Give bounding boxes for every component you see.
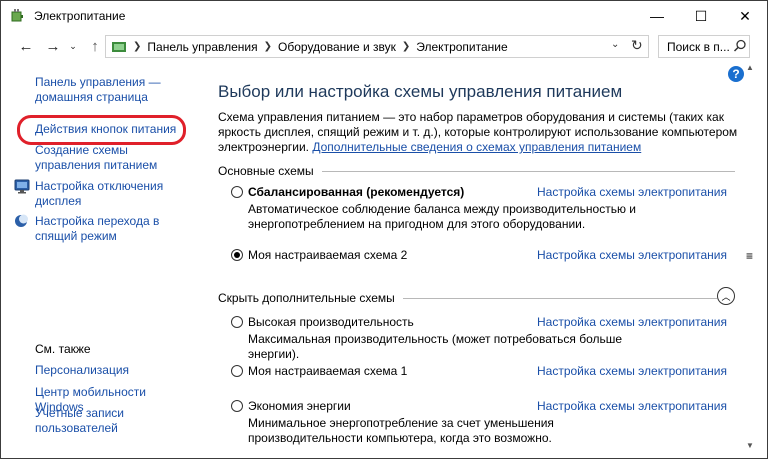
plan-name[interactable]: Сбалансированная (рекомендуется) [248, 185, 464, 199]
sidebar: Панель управления — домашняя страница Де… [1, 61, 199, 457]
collapse-chevron-icon[interactable]: ︿ [717, 287, 735, 305]
plan-settings-link[interactable]: Настройка схемы электропитания [537, 185, 727, 199]
sidebar-item-display-off[interactable]: Настройка отключения дисплея [35, 179, 195, 209]
window-title: Электропитание [34, 9, 126, 23]
plan-radio[interactable] [231, 186, 243, 198]
plan-item: Высокая производительность Настройка схе… [231, 314, 731, 362]
page-description: Схема управления питанием — это набор па… [218, 110, 738, 155]
plan-settings-link[interactable]: Настройка схемы электропитания [537, 315, 727, 329]
plan-item: Экономия энергии Настройка схемы электро… [231, 398, 731, 446]
power-options-icon [11, 9, 23, 22]
more-info-link[interactable]: Дополнительные сведения о схемах управле… [312, 140, 641, 154]
title-bar: Электропитание — ☐ ✕ [1, 1, 767, 31]
sidebar-item-user-accounts[interactable]: Учетные записи пользователей [35, 406, 195, 436]
moon-icon [15, 214, 28, 227]
up-button[interactable]: ↑ [84, 35, 106, 57]
sidebar-item-create-power-plan[interactable]: Создание схемы управления питанием [35, 143, 195, 173]
group-divider [402, 297, 717, 299]
plan-row: Моя настраиваемая схема 1 Настройка схем… [231, 363, 731, 379]
control-panel-icon [112, 41, 126, 52]
plan-item: Моя настраиваемая схема 2 Настройка схем… [231, 247, 731, 263]
group-header-main-plans: Основные схемы [218, 164, 735, 178]
address-dropdown-icon[interactable]: ⌄ [611, 39, 619, 50]
plan-name[interactable]: Высокая производительность [248, 315, 414, 329]
refresh-icon[interactable]: ↻ [631, 37, 643, 54]
power-options-window: Электропитание — ☐ ✕ ← → ⌄ ↑ ❯ Панель уп… [0, 0, 768, 459]
page-title: Выбор или настройка схемы управления пит… [218, 82, 623, 101]
sidebar-item-sleep-mode[interactable]: Настройка перехода в спящий режим [35, 214, 195, 244]
scroll-thumb[interactable]: ≡ [746, 249, 753, 263]
group-title[interactable]: Скрыть дополнительные схемы [218, 291, 395, 305]
close-button[interactable]: ✕ [723, 1, 767, 31]
plan-name[interactable]: Экономия энергии [248, 399, 351, 413]
plan-row: Высокая производительность Настройка схе… [231, 314, 731, 330]
plan-row: Экономия энергии Настройка схемы электро… [231, 398, 731, 414]
plan-radio[interactable] [231, 365, 243, 377]
breadcrumb-separator-icon: ❯ [133, 41, 142, 52]
plan-settings-link[interactable]: Настройка схемы электропитания [537, 248, 727, 262]
group-title: Основные схемы [218, 164, 314, 178]
search-icon[interactable] [733, 39, 747, 53]
plan-settings-link[interactable]: Настройка схемы электропитания [537, 364, 727, 378]
minimize-button[interactable]: — [635, 1, 679, 31]
breadcrumb-power-options[interactable]: Электропитание [416, 40, 507, 54]
plan-description: Минимальное энергопотребление за счет ум… [248, 416, 554, 445]
breadcrumb-control-panel[interactable]: Панель управления [147, 40, 257, 54]
search-input[interactable] [659, 36, 731, 57]
breadcrumb-separator-icon: ❯ [263, 41, 273, 52]
breadcrumb-hardware-and-sound[interactable]: Оборудование и звук [278, 40, 396, 54]
plan-radio[interactable] [231, 316, 243, 328]
plan-name[interactable]: Моя настраиваемая схема 1 [248, 364, 407, 378]
plan-radio-selected[interactable] [231, 249, 243, 261]
plan-description: Максимальная производительность (может п… [248, 332, 623, 361]
forward-button[interactable]: → [42, 35, 64, 57]
plan-item: Сбалансированная (рекомендуется) Настрой… [231, 184, 731, 232]
sidebar-item-personalization[interactable]: Персонализация [35, 363, 195, 378]
group-header-hidden-plans[interactable]: Скрыть дополнительные схемы [218, 291, 717, 305]
main-content: ? Выбор или настройка схемы управления п… [199, 61, 744, 457]
vertical-scrollbar[interactable]: ▲ ≡ ▼ [744, 61, 764, 457]
plan-row: Моя настраиваемая схема 2 Настройка схем… [231, 247, 731, 263]
navigation-bar: ← → ⌄ ↑ ❯ Панель управления ❯ Оборудован… [1, 31, 767, 61]
search-box[interactable] [658, 35, 750, 58]
plan-name[interactable]: Моя настраиваемая схема 2 [248, 248, 407, 262]
breadcrumb-separator-icon: ❯ [401, 41, 411, 52]
address-bar[interactable]: ❯ Панель управления ❯ Оборудование и зву… [105, 35, 649, 58]
group-divider [321, 170, 735, 172]
maximize-button[interactable]: ☐ [679, 1, 723, 31]
sidebar-item-control-panel-home[interactable]: Панель управления — домашняя страница [35, 75, 195, 105]
scroll-down-icon[interactable]: ▼ [746, 441, 754, 450]
plan-settings-link[interactable]: Настройка схемы электропитания [537, 399, 727, 413]
see-also-heading: См. также [35, 342, 91, 356]
help-icon[interactable]: ? [728, 66, 744, 82]
back-button[interactable]: ← [15, 35, 37, 57]
sidebar-item-power-buttons[interactable]: Действия кнопок питания [35, 122, 195, 137]
plan-description: Автоматическое соблюдение баланса между … [248, 202, 637, 231]
plan-item: Моя настраиваемая схема 1 Настройка схем… [231, 363, 731, 379]
recent-locations-chevron-icon[interactable]: ⌄ [66, 35, 80, 57]
scroll-up-icon[interactable]: ▲ [746, 63, 754, 72]
plan-radio[interactable] [231, 400, 243, 412]
monitor-icon [14, 179, 30, 194]
plan-row: Сбалансированная (рекомендуется) Настрой… [231, 184, 731, 200]
